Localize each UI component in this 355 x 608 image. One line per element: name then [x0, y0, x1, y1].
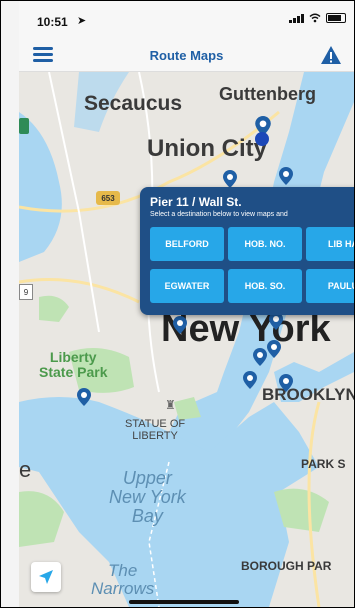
destination-button-lib-harbor[interactable]: LIB HA	[306, 227, 354, 261]
ferry-pin-icon[interactable]	[173, 316, 187, 334]
destination-button-hob-no[interactable]: HOB. NO.	[228, 227, 302, 261]
map-label-guttenberg: Guttenberg	[219, 84, 316, 104]
narrows-line-1: The	[108, 561, 138, 580]
ferry-pin-selected-icon[interactable]	[255, 132, 269, 150]
upper-bay-line-2: New York	[109, 487, 186, 507]
narrows-line-2: Narrows	[91, 579, 155, 598]
locate-me-button[interactable]	[31, 562, 61, 592]
ferry-pin-icon[interactable]	[267, 340, 281, 358]
upper-bay-line-1: Upper	[122, 468, 172, 488]
ferry-pin-icon[interactable]	[253, 348, 267, 366]
map-label-park-slope: PARK S	[301, 457, 346, 471]
screenshot-frame: 10:51 ➤ Route Maps 653 9 Secaucus Gutten…	[0, 0, 355, 608]
liberty-line-2: State Park	[39, 364, 108, 380]
home-indicator	[129, 600, 239, 604]
ferry-pin-icon[interactable]	[77, 388, 91, 406]
map-label-narrows: The Narrows	[91, 562, 154, 598]
map-label-liberty-park: Liberty State Park	[39, 350, 107, 380]
ferry-pin-icon[interactable]	[243, 371, 257, 389]
liberty-line-1: Liberty	[49, 349, 97, 365]
terminal-popup: Pier 11 / Wall St. Select a destination …	[140, 187, 354, 315]
navigation-arrow-icon	[39, 570, 53, 584]
ferry-pin-icon[interactable]	[279, 374, 293, 392]
map-label-edge-e: e	[19, 457, 32, 482]
edge-label-9: 9	[19, 284, 33, 300]
nav-bar: Route Maps	[19, 39, 354, 72]
destination-button-belford[interactable]: BELFORD	[150, 227, 224, 261]
map-label-borough-park: BOROUGH PAR	[241, 559, 332, 573]
warning-icon[interactable]	[320, 45, 342, 65]
statue-line-2: LIBERTY	[132, 430, 178, 442]
destination-button-hob-so[interactable]: HOB. SO.	[228, 269, 302, 303]
statue-line-1: STATUE OF	[125, 418, 186, 430]
destination-button-paulus[interactable]: PAULU	[306, 269, 354, 303]
popup-title: Pier 11 / Wall St.	[150, 195, 242, 209]
map-label-union-city: Union City	[147, 135, 267, 162]
route-shield-icon	[19, 118, 29, 134]
status-icons	[289, 13, 346, 23]
popup-subtitle: Select a destination below to view maps …	[150, 211, 288, 218]
page-title: Route Maps	[149, 48, 224, 63]
wifi-icon	[309, 13, 321, 23]
map-view[interactable]: 653 9 Secaucus Guttenberg Union City New…	[19, 72, 354, 607]
map-label-secaucus: Secaucus	[84, 92, 183, 115]
signal-icon	[289, 13, 304, 23]
battery-icon	[326, 13, 346, 23]
status-bar: 10:51 ➤	[19, 1, 354, 39]
location-arrow-icon: ➤	[77, 15, 87, 27]
ferry-pin-icon[interactable]	[223, 170, 237, 188]
route-653-badge: 653	[96, 191, 120, 205]
status-time: 10:51	[37, 15, 68, 29]
map-label-brooklyn: BROOKLYN	[262, 385, 354, 404]
ferry-pin-icon[interactable]	[279, 167, 293, 185]
phone-screen: 10:51 ➤ Route Maps 653 9 Secaucus Gutten…	[19, 1, 354, 607]
statue-icon: ♜	[165, 398, 176, 412]
map-label-statue: STATUE OF LIBERTY	[125, 418, 185, 442]
upper-bay-line-3: Bay	[131, 506, 163, 526]
map-label-upper-bay: Upper New York Bay	[109, 469, 186, 526]
destination-button-edgewater[interactable]: EGWATER	[150, 269, 224, 303]
